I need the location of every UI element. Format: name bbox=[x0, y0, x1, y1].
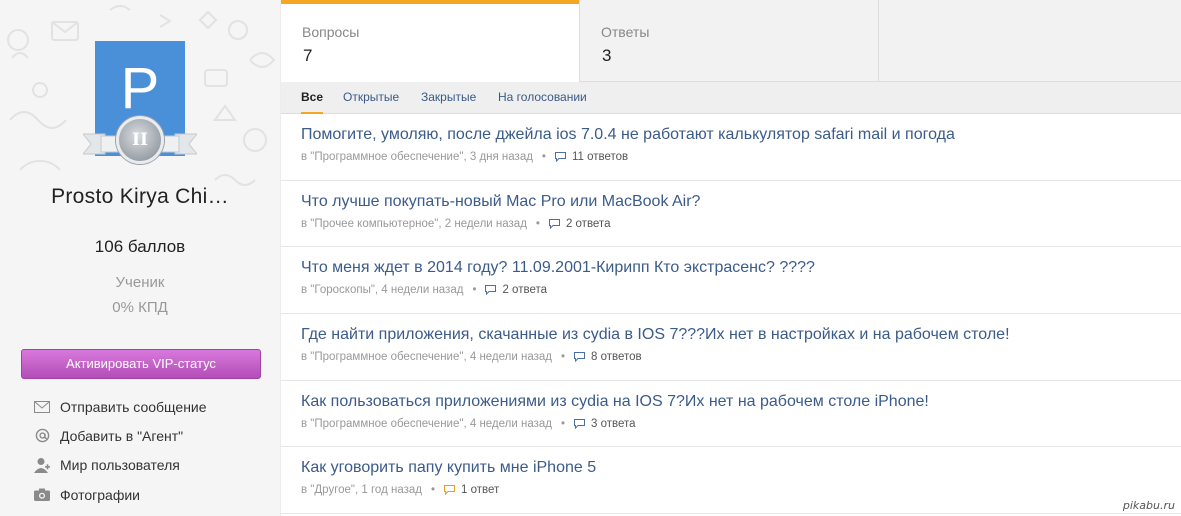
question-answers-link[interactable]: 8 ответов bbox=[574, 351, 642, 363]
question-title-link[interactable]: Где найти приложения, скачанные из cydia… bbox=[301, 326, 1010, 344]
profile-rank: Ученик bbox=[115, 274, 165, 291]
comment-icon bbox=[574, 418, 586, 429]
question-meta: в "Прочее компьютерное", 2 недели назад … bbox=[301, 218, 610, 230]
question-answers-link[interactable]: 2 ответа bbox=[485, 284, 547, 296]
question-title-link[interactable]: Помогите, умоляю, после джейла ios 7.0.4… bbox=[301, 126, 955, 144]
question-meta: в "Программное обеспечение", 4 недели на… bbox=[301, 351, 642, 363]
question-item: Как уговорить папу купить мне iPhone 5 в… bbox=[281, 447, 1181, 515]
comment-icon bbox=[485, 285, 497, 296]
rank-badge: II bbox=[116, 116, 164, 164]
question-title-link[interactable]: Что лучше покупать-новый Mac Pro или Mac… bbox=[301, 193, 700, 211]
photos-link[interactable]: Фотографии bbox=[33, 480, 273, 509]
filter-open[interactable]: Открытые bbox=[343, 82, 399, 114]
meta-separator: • bbox=[560, 417, 566, 430]
question-answers-link[interactable]: 11 ответов bbox=[554, 151, 629, 163]
send-message-label: Отправить сообщение bbox=[60, 398, 207, 415]
comment-accepted-icon bbox=[444, 485, 456, 496]
rank-numeral: II bbox=[132, 130, 148, 150]
question-answers-count: 3 ответа bbox=[591, 417, 636, 430]
send-message-link[interactable]: Отправить сообщение bbox=[33, 392, 273, 421]
user-world-link[interactable]: Мир пользователя bbox=[33, 451, 273, 480]
profile-name: Prosto Kirya Chi… bbox=[51, 185, 229, 208]
question-category: в "Программное обеспечение", 3 дня назад bbox=[301, 151, 533, 163]
question-category: в "Другое", 1 год назад bbox=[301, 484, 422, 497]
questions-panel: Вопросы 7 Ответы 3 Все Открытые Закрытые… bbox=[281, 0, 1181, 516]
add-to-agent-label: Добавить в "Агент" bbox=[60, 427, 184, 444]
stats-tabs: Вопросы 7 Ответы 3 bbox=[281, 0, 1181, 82]
meta-separator: • bbox=[541, 151, 546, 163]
question-category: в "Программное обеспечение", 4 недели на… bbox=[301, 351, 552, 364]
tab-questions[interactable]: Вопросы 7 bbox=[281, 0, 579, 82]
question-meta: в "Программное обеспечение", 3 дня назад… bbox=[301, 151, 628, 163]
questions-count-label: Вопросы bbox=[302, 24, 360, 40]
answers-count: 3 bbox=[602, 46, 612, 65]
question-title-link[interactable]: Что меня ждет в 2014 году? 11.09.2001-Ки… bbox=[301, 259, 815, 277]
activate-vip-button[interactable]: Активировать VIP-статус bbox=[21, 349, 261, 379]
meta-separator: • bbox=[560, 351, 566, 364]
question-item: Как пользоваться приложениями из cydia н… bbox=[281, 381, 1181, 448]
question-title-link[interactable]: Как уговорить папу купить мне iPhone 5 bbox=[301, 459, 596, 477]
meta-separator: • bbox=[430, 484, 436, 497]
filter-voting[interactable]: На голосовании bbox=[498, 82, 587, 114]
tab-answers[interactable]: Ответы 3 bbox=[579, 0, 879, 82]
question-answers-link[interactable]: 2 ответа bbox=[548, 217, 611, 230]
question-category: в "Гороскопы", 4 недели назад bbox=[301, 284, 464, 297]
question-category: в "Прочее компьютерное", 2 недели назад bbox=[301, 217, 527, 230]
profile-points: 106 баллов bbox=[94, 237, 186, 256]
at-sign-icon bbox=[33, 427, 51, 445]
question-list: Помогите, умоляю, после джейла ios 7.0.4… bbox=[281, 114, 1181, 515]
question-meta: в "Гороскопы", 4 недели назад • 2 ответа bbox=[301, 284, 547, 296]
profile-sidebar: P II Prosto Kirya Chi… 106 баллов Ученик… bbox=[0, 0, 280, 516]
question-item: Где найти приложения, скачанные из cydia… bbox=[281, 314, 1181, 381]
question-item: Что меня ждет в 2014 году? 11.09.2001-Ки… bbox=[281, 247, 1181, 315]
watermark: pikabu.ru bbox=[1122, 499, 1175, 512]
filter-all[interactable]: Все bbox=[301, 82, 324, 114]
question-answers-count: 2 ответа bbox=[502, 284, 547, 297]
filter-tabs: Все Открытые Закрытые На голосовании bbox=[281, 82, 1181, 114]
camera-icon bbox=[33, 486, 51, 504]
question-meta: в "Программное обеспечение", 4 недели на… bbox=[301, 418, 636, 430]
question-meta: в "Другое", 1 год назад • 1 ответ bbox=[301, 484, 499, 496]
envelope-icon bbox=[33, 398, 51, 416]
question-answers-count: 11 ответов bbox=[571, 151, 629, 163]
profile-kpd: 0% КПД bbox=[112, 299, 168, 316]
question-item: Что лучше покупать-новый Mac Pro или Mac… bbox=[281, 181, 1181, 248]
question-item: Помогите, умоляю, после джейла ios 7.0.4… bbox=[281, 114, 1181, 181]
user-icon bbox=[33, 456, 51, 474]
meta-separator: • bbox=[472, 284, 477, 297]
question-answers-count: 2 ответа bbox=[565, 217, 611, 230]
profile-menu: Отправить сообщение Добавить в "Агент" М… bbox=[33, 392, 273, 509]
question-answers-count: 1 ответ bbox=[461, 484, 500, 497]
add-to-agent-link[interactable]: Добавить в "Агент" bbox=[33, 421, 273, 450]
meta-separator: • bbox=[535, 217, 540, 230]
questions-count: 7 bbox=[303, 46, 313, 65]
comment-icon bbox=[548, 218, 560, 229]
photos-label: Фотографии bbox=[60, 486, 141, 503]
question-answers-link[interactable]: 3 ответа bbox=[574, 418, 636, 430]
question-category: в "Программное обеспечение", 4 недели на… bbox=[301, 417, 552, 430]
answers-count-label: Ответы bbox=[601, 24, 650, 40]
user-world-label: Мир пользователя bbox=[60, 457, 180, 474]
question-title-link[interactable]: Как пользоваться приложениями из cydia н… bbox=[301, 393, 929, 411]
comment-icon bbox=[574, 352, 586, 363]
question-answers-link[interactable]: 1 ответ bbox=[444, 484, 499, 496]
filter-closed[interactable]: Закрытые bbox=[421, 82, 476, 114]
comment-icon bbox=[554, 152, 566, 162]
question-answers-count: 8 ответов bbox=[591, 351, 642, 364]
